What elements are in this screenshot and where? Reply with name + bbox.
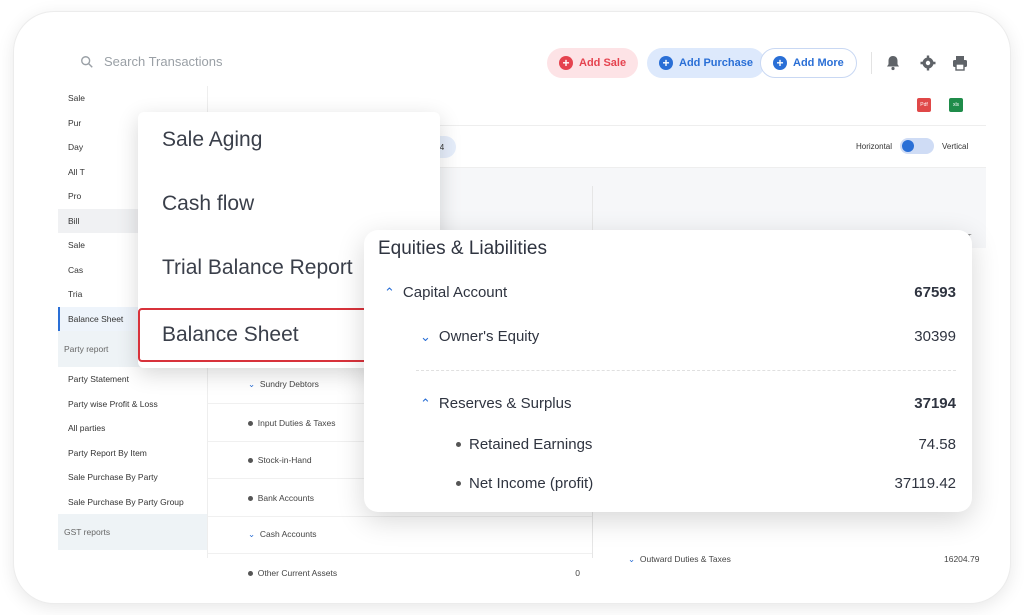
- row-value: 16204.79: [944, 554, 980, 564]
- xls-export-icon[interactable]: xls: [949, 98, 963, 112]
- toggle-horizontal-label: Horizontal: [856, 141, 893, 151]
- row-value: 0: [575, 568, 580, 578]
- add-sale-button[interactable]: + Add Sale: [547, 48, 639, 78]
- plus-icon: +: [559, 56, 573, 70]
- search-icon: [81, 55, 93, 68]
- sidebar-item[interactable]: Sale Purchase By Party: [58, 465, 207, 490]
- equities-liabilities-card: Equities & Liabilities ⌃ Capital Account…: [364, 230, 972, 512]
- row-label: Outward Duties & Taxes: [639, 554, 731, 564]
- row-label: Capital Account: [402, 284, 508, 301]
- row-label: Retained Earnings: [469, 436, 593, 453]
- owners-equity-row[interactable]: ⌄ Owner's Equity: [420, 328, 539, 345]
- menu-item-trial-balance[interactable]: Trial Balance Report: [162, 256, 353, 280]
- reserves-surplus-value: 37194: [914, 395, 956, 412]
- divider: [416, 370, 956, 371]
- layout-toggle-switch[interactable]: [900, 138, 935, 154]
- plus-icon: +: [659, 56, 673, 70]
- top-bar: Search Transactions + Add Sale + Add Pur…: [58, 42, 986, 86]
- net-income-row: Net Income (profit): [456, 475, 593, 492]
- layout-toggle: Horizontal Vertical: [856, 138, 968, 154]
- add-purchase-label: Add Purchase: [679, 57, 753, 69]
- net-income-value: 37119.42: [894, 475, 956, 492]
- row-label: Cash Accounts: [259, 529, 317, 539]
- sidebar-item[interactable]: Sale: [58, 86, 207, 111]
- row-label: Sundry Debtors: [259, 379, 319, 389]
- toggle-knob: [902, 140, 915, 152]
- add-more-label: Add More: [793, 57, 844, 69]
- menu-item-sale-aging[interactable]: Sale Aging: [162, 128, 262, 152]
- bell-icon[interactable]: [884, 54, 902, 72]
- printer-icon[interactable]: [951, 54, 969, 72]
- menu-item-label: Balance Sheet: [162, 323, 299, 346]
- sidebar-item[interactable]: Party Report By Item: [58, 441, 207, 466]
- pdf-export-icon[interactable]: Pdf: [917, 98, 931, 112]
- retained-earnings-value: 74.58: [918, 436, 956, 453]
- search-input[interactable]: Search Transactions: [80, 54, 223, 69]
- sidebar-item[interactable]: Party wise Profit & Loss: [58, 392, 207, 417]
- reserves-surplus-row[interactable]: ⌃ Reserves & Surplus: [420, 395, 571, 412]
- chevron-up-icon: ⌃: [420, 395, 431, 411]
- toggle-vertical-label: Vertical: [942, 141, 969, 151]
- card-title: Equities & Liabilities: [378, 238, 547, 259]
- menu-item-cash-flow[interactable]: Cash flow: [162, 192, 254, 216]
- chevron-up-icon: ⌃: [384, 284, 395, 300]
- sidebar-group-gst: GST reports: [58, 514, 207, 550]
- table-row-right[interactable]: ⌄ Outward Duties & Taxes: [628, 554, 731, 565]
- add-sale-label: Add Sale: [579, 57, 627, 69]
- search-placeholder: Search Transactions: [104, 54, 223, 69]
- owners-equity-value: 30399: [914, 328, 956, 345]
- sidebar-item[interactable]: Party Statement: [58, 367, 207, 392]
- row-label: Input Duties & Taxes: [257, 417, 336, 428]
- table-row: Other Current Assets 0: [208, 554, 592, 592]
- bullet-icon: [456, 442, 461, 447]
- plus-icon: +: [773, 56, 787, 70]
- capital-account-row[interactable]: ⌃ Capital Account: [384, 284, 507, 301]
- capital-account-value: 67593: [914, 284, 956, 301]
- row-label: Net Income (profit): [469, 475, 594, 492]
- row-label: Bank Accounts: [257, 492, 314, 503]
- chevron-down-icon: ⌄: [420, 328, 431, 344]
- table-row[interactable]: ⌄ Cash Accounts: [208, 516, 592, 554]
- retained-earnings-row: Retained Earnings: [456, 436, 592, 453]
- add-purchase-button[interactable]: + Add Purchase: [647, 48, 765, 78]
- sidebar-item[interactable]: Sale Purchase By Party Group: [58, 490, 207, 515]
- row-label: Other Current Assets: [257, 568, 338, 578]
- device-frame: Search Transactions + Add Sale + Add Pur…: [14, 12, 1010, 603]
- add-more-button[interactable]: + Add More: [760, 48, 857, 78]
- row-label: Stock-in-Hand: [257, 454, 312, 465]
- sidebar-item[interactable]: All parties: [58, 416, 207, 441]
- row-label: Owner's Equity: [438, 328, 540, 345]
- bullet-icon: [456, 481, 461, 486]
- row-label: Reserves & Surplus: [438, 395, 572, 412]
- gear-icon[interactable]: [919, 54, 937, 72]
- divider: [871, 52, 872, 74]
